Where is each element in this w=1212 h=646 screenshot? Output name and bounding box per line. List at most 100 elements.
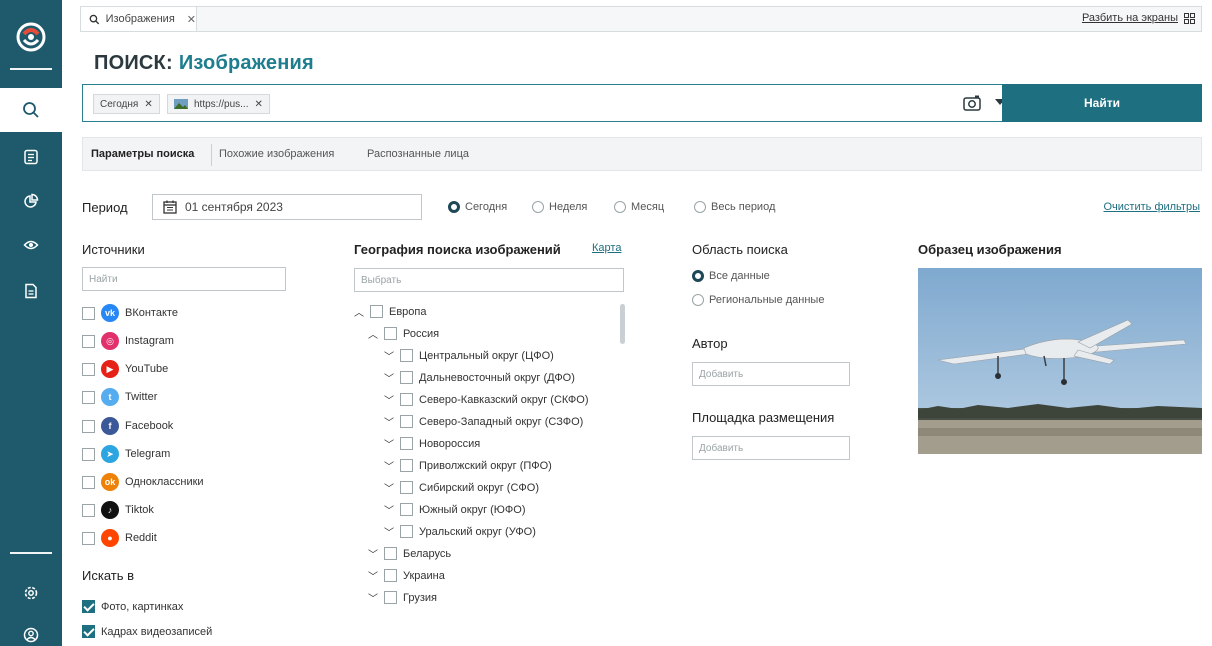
camera-icon[interactable] <box>963 95 981 111</box>
radio-button[interactable] <box>448 201 460 213</box>
document-icon[interactable] <box>20 146 42 168</box>
search-bar[interactable]: Сегодня ✕ https://pus... ✕ <box>82 84 1005 122</box>
checkbox[interactable] <box>82 475 95 489</box>
checkbox[interactable] <box>82 306 95 320</box>
checkbox[interactable] <box>400 481 413 494</box>
geo-item[interactable]: ﹀ Беларусь <box>368 546 451 561</box>
radio-month[interactable]: Месяц <box>614 201 664 213</box>
checkbox-checked[interactable] <box>82 625 95 638</box>
chevron-down-icon[interactable]: ﹀ <box>384 524 394 539</box>
source-item-odnoklassniki[interactable]: ok Одноклассники <box>82 473 204 491</box>
chevron-down-icon[interactable]: ﹀ <box>368 590 378 605</box>
chevron-down-icon[interactable]: ﹀ <box>384 436 394 451</box>
geo-select-input[interactable]: Выбрать <box>354 268 624 292</box>
chevron-down-icon[interactable]: ﹀ <box>384 480 394 495</box>
geo-item[interactable]: ﹀ Южный округ (ЮФО) <box>384 502 526 517</box>
source-item-tiktok[interactable]: ♪ Tiktok <box>82 501 154 519</box>
radio-today[interactable]: Сегодня <box>448 201 507 213</box>
chevron-down-icon[interactable]: ﹀ <box>368 568 378 583</box>
checkbox[interactable] <box>400 393 413 406</box>
chevron-down-icon[interactable]: ﹀ <box>384 370 394 385</box>
pie-chart-icon[interactable] <box>20 190 42 212</box>
source-item-vk[interactable]: vk ВКонтакте <box>82 304 178 322</box>
checkbox[interactable] <box>400 503 413 516</box>
close-icon[interactable]: ✕ <box>254 99 262 110</box>
find-button[interactable]: Найти <box>1002 84 1202 122</box>
checkbox[interactable] <box>384 327 397 340</box>
radio-regional-data[interactable]: Региональные данные <box>692 294 824 306</box>
geo-item[interactable]: ﹀ Уральский округ (УФО) <box>384 524 536 539</box>
app-logo-icon[interactable] <box>16 22 46 52</box>
tab-search-params[interactable]: Параметры поиска <box>91 148 194 160</box>
chevron-down-icon[interactable]: ﹀ <box>384 414 394 429</box>
checkbox[interactable] <box>400 437 413 450</box>
checkbox[interactable] <box>384 547 397 560</box>
radio-week[interactable]: Неделя <box>532 201 587 213</box>
geo-item[interactable]: ﹀ Центральный округ (ЦФО) <box>384 348 554 363</box>
checkbox[interactable] <box>400 349 413 362</box>
date-field[interactable]: 01 сентября 2023 <box>152 194 422 220</box>
chevron-down-icon[interactable]: ﹀ <box>384 392 394 407</box>
platform-input[interactable]: Добавить <box>692 436 850 460</box>
face-scan-icon[interactable] <box>20 234 42 256</box>
close-icon[interactable]: ✕ <box>187 13 196 26</box>
source-item-facebook[interactable]: f Facebook <box>82 417 173 435</box>
radio-button[interactable] <box>692 270 704 282</box>
radio-button[interactable] <box>694 201 706 213</box>
clear-filters-link[interactable]: Очистить фильтры <box>1104 201 1201 213</box>
geo-item[interactable]: ﹀ Дальневосточный округ (ДФО) <box>384 370 575 385</box>
checkbox[interactable] <box>384 591 397 604</box>
author-input[interactable]: Добавить <box>692 362 850 386</box>
geo-item[interactable]: ﹀ Северо-Кавказский округ (СКФО) <box>384 392 589 407</box>
scrollbar-thumb[interactable] <box>620 304 625 344</box>
geo-item[interactable]: ﹀ Сибирский округ (СФО) <box>384 480 539 495</box>
geo-item[interactable]: ﹀ Северо-Западный округ (СЗФО) <box>384 414 583 429</box>
source-item-telegram[interactable]: ➤ Telegram <box>82 445 170 463</box>
chevron-up-icon[interactable]: ︿ <box>368 326 378 341</box>
settings-gear-icon[interactable] <box>20 582 42 604</box>
checkbox[interactable] <box>82 447 95 461</box>
report-icon[interactable] <box>20 280 42 302</box>
source-item-reddit[interactable]: ● Reddit <box>82 529 157 547</box>
checkbox[interactable] <box>384 569 397 582</box>
chip-date[interactable]: Сегодня ✕ <box>93 94 160 114</box>
geo-item[interactable]: ﹀ Украина <box>368 568 445 583</box>
chip-image-url[interactable]: https://pus... ✕ <box>167 94 270 114</box>
checkbox[interactable] <box>82 390 95 404</box>
split-screens-link[interactable]: Разбить на экраны <box>1082 12 1195 24</box>
geo-item[interactable]: ﹀ Грузия <box>368 590 437 605</box>
checkbox[interactable] <box>82 362 95 376</box>
close-icon[interactable]: ✕ <box>144 99 152 110</box>
sidebar-item-search[interactable] <box>0 88 62 132</box>
sources-search-input[interactable]: Найти <box>82 267 286 291</box>
checkbox[interactable] <box>82 531 95 545</box>
checkbox[interactable] <box>400 525 413 538</box>
checkbox[interactable] <box>82 419 95 433</box>
tab-similar-images[interactable]: Похожие изображения <box>219 148 334 160</box>
checkbox[interactable] <box>82 334 95 348</box>
search-in-video-frames[interactable]: Кадрах видеозаписей <box>82 625 212 638</box>
chevron-down-icon[interactable]: ﹀ <box>384 348 394 363</box>
tab-images[interactable]: Изображения ✕ <box>81 7 197 31</box>
geo-item[interactable]: ︿ Россия <box>368 326 439 341</box>
checkbox-checked[interactable] <box>82 600 95 613</box>
geo-item[interactable]: ﹀ Приволжский округ (ПФО) <box>384 458 552 473</box>
map-link[interactable]: Карта <box>592 242 621 254</box>
tab-recognized-faces[interactable]: Распознанные лица <box>367 148 469 160</box>
source-item-instagram[interactable]: ◎ Instagram <box>82 332 174 350</box>
search-in-photos[interactable]: Фото, картинках <box>82 600 183 613</box>
chevron-up-icon[interactable]: ︿ <box>354 304 364 319</box>
checkbox[interactable] <box>400 459 413 472</box>
checkbox[interactable] <box>370 305 383 318</box>
checkbox[interactable] <box>82 503 95 517</box>
checkbox[interactable] <box>400 415 413 428</box>
chevron-down-icon[interactable]: ﹀ <box>384 502 394 517</box>
user-profile-icon[interactable] <box>20 624 42 646</box>
radio-all-data[interactable]: Все данные <box>692 270 770 282</box>
calendar-icon[interactable] <box>163 200 177 214</box>
radio-button[interactable] <box>614 201 626 213</box>
source-item-twitter[interactable]: t Twitter <box>82 388 157 406</box>
chevron-down-icon[interactable]: ﹀ <box>384 458 394 473</box>
radio-button[interactable] <box>692 294 704 306</box>
geo-item[interactable]: ﹀ Новороссия <box>384 436 480 451</box>
